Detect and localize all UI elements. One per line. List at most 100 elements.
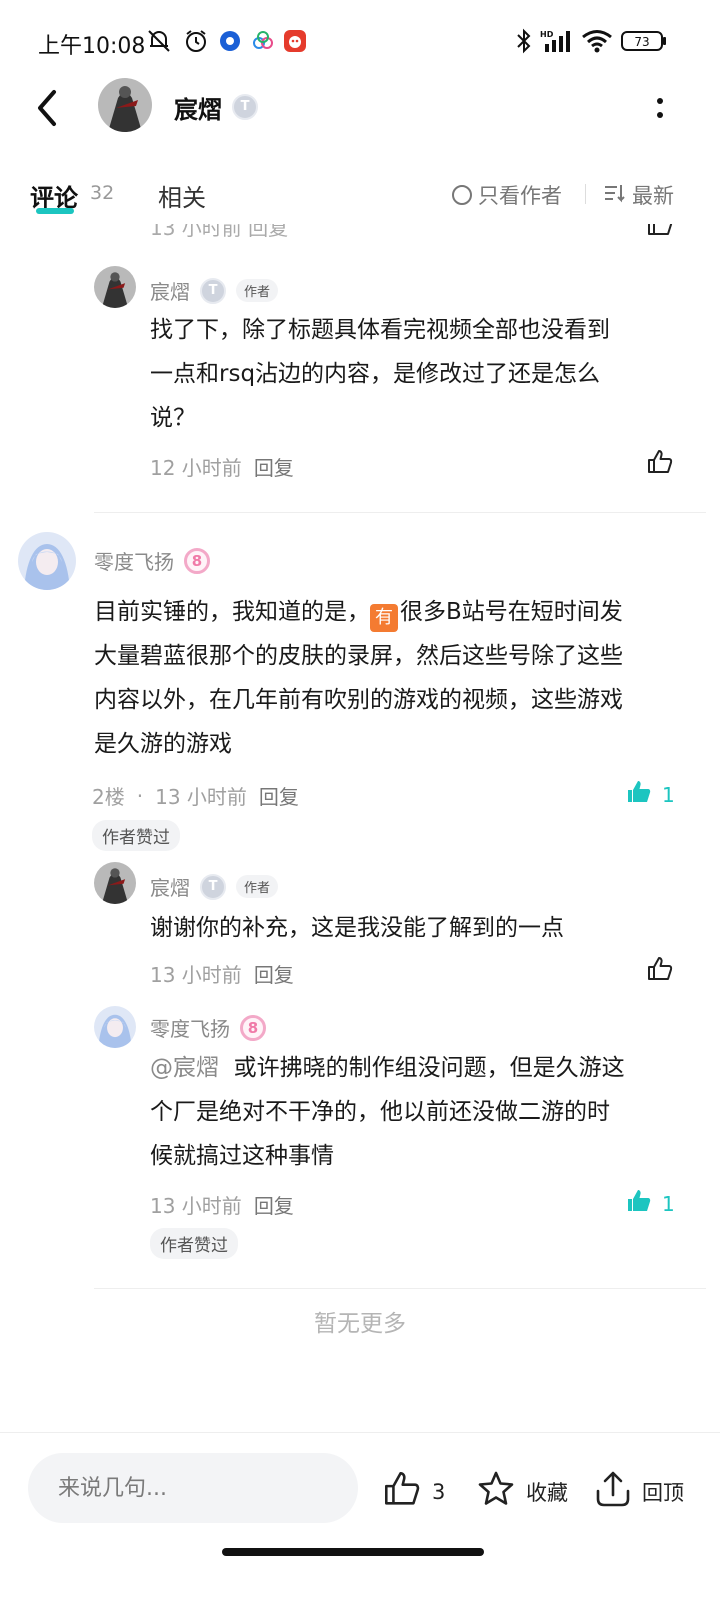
comment-input[interactable] [28,1453,358,1523]
signal-icon: HD [538,26,576,56]
author-tag: 作者 [236,279,279,302]
user-avatar[interactable] [94,1006,136,1048]
thumb-up-filled-icon [624,778,654,811]
comment-author: 零度飞扬 8 [150,1013,266,1042]
comment-content: 找了下，除了标题具体看完视频全部也没看到 一点和rsq沾边的内容，是修改过了还是… [150,308,690,440]
content-line: 是久游的游戏 [94,731,232,757]
comment-time: 12 小时前 [150,456,242,480]
svg-text:73: 73 [634,35,649,49]
app-notification-icon [218,26,242,56]
comment-meta: 13 小时前 回复 [150,959,294,988]
author-name[interactable]: 宸熠 [174,90,222,125]
status-bar: 上午10:08 HD 73 [0,0,720,84]
like-button[interactable] [646,448,674,481]
favorite-label: 收藏 [526,1480,568,1505]
red-app-icon [282,26,308,56]
level-badge: T [200,873,226,900]
sort-toggle[interactable]: 最新 [604,180,674,210]
comment-content: @宸熠 或许拂晓的制作组没问题，但是久游这 个厂是绝对不干净的，他以前还没做二游… [150,1046,690,1178]
content-line: 内容以外，在几年前有吹别的游戏的视频，这些游戏 [94,687,623,713]
sort-label: 最新 [632,184,674,208]
content-segment: 很多B站号在短时间发 [400,599,623,625]
comment-tabs: 评论 32 相关 只看作者 最新 [0,168,720,224]
content-segment: 或许拂晓的制作组没问题，但是久游这 [233,1055,625,1081]
level-badge: T [232,94,258,120]
clipped-previous-meta: 13 小时前 回复 [150,224,690,244]
thumb-up-icon [382,1469,422,1514]
content-line: 个厂是绝对不干净的，他以前还没做二游的时 [150,1099,610,1125]
bluetooth-icon [512,26,536,56]
status-time: 上午10:08 [38,34,146,59]
reply-button[interactable]: 回复 [254,959,294,988]
thumb-up-icon [646,448,674,481]
back-to-top-button[interactable]: 回顶 [594,1469,684,1514]
tab-active-indicator [36,208,74,214]
back-to-top-label: 回顶 [642,1480,684,1505]
comment-meta: 2楼 · 13 小时前 回复 [92,781,299,810]
thumb-up-icon [646,224,674,242]
comment-author-name[interactable]: 宸熠 [150,276,190,305]
comment-author: 宸熠 T 作者 [150,872,279,901]
author-avatar[interactable] [94,266,136,308]
comment-author-name[interactable]: 宸熠 [150,872,190,901]
back-button[interactable] [28,86,68,130]
reply-button[interactable]: 回复 [254,1190,294,1219]
only-author-toggle[interactable]: 只看作者 [452,180,562,210]
comment-author-name[interactable]: 零度飞扬 [150,1013,230,1042]
comment-content: 谢谢你的补充，这是我没能了解到的一点 [150,906,690,950]
thumb-up-icon [646,955,674,988]
like-button[interactable] [646,955,674,988]
cloud-app-icon [250,26,276,56]
level-badge: T [200,277,226,304]
comment-divider [94,512,706,513]
reply-button[interactable]: 回复 [259,781,299,810]
comments-count: 32 [90,182,115,204]
comment-author: 宸熠 T 作者 [150,276,279,305]
sort-icon [604,183,626,208]
divider [585,184,586,204]
only-author-label: 只看作者 [478,184,562,208]
battery-icon: 73 [620,26,668,56]
like-button[interactable]: 1 [624,778,675,811]
content-line: 找了下，除了标题具体看完视频全部也没看到 [150,317,610,343]
reply-button[interactable]: 回复 [254,452,294,481]
comment-time: 13 小时前 [155,785,247,809]
like-button[interactable]: 1 [624,1187,675,1220]
alarm-icon [182,26,210,56]
mute-bell-icon [144,26,174,56]
svg-text:HD: HD [540,30,554,39]
content-line: 一点和rsq沾边的内容，是修改过了还是怎么 [150,361,601,387]
comment-time: 13 小时前 [150,1194,242,1218]
like-post-button[interactable]: 3 [382,1469,445,1514]
thumb-up-filled-icon [624,1187,654,1220]
author-liked-badge: 作者赞过 [150,1228,238,1259]
mention-link[interactable]: @宸熠 [150,1055,219,1081]
content-line: 大量碧蓝很那个的皮肤的录屏，然后这些号除了这些 [94,643,623,669]
clipped-meta-text: 13 小时前 回复 [150,224,289,240]
content-line: 谢谢你的补充，这是我没能了解到的一点 [150,915,564,941]
author-avatar[interactable] [94,862,136,904]
wifi-icon [580,26,614,56]
comment-content: 目前实锤的，我知道的是，有很多B站号在短时间发 大量碧蓝很那个的皮肤的录屏，然后… [94,590,694,766]
highlight-char: 有 [370,604,398,632]
comment-divider [94,1288,706,1289]
comment-author: 零度飞扬 8 [94,546,210,575]
tab-related[interactable]: 相关 [158,178,206,213]
content-segment: 目前实锤的，我知道的是， [94,599,370,625]
star-icon [476,1469,516,1514]
comment-meta: 13 小时前 回复 [150,1190,294,1219]
no-more-text: 暂无更多 [314,1311,406,1337]
comment-author-name[interactable]: 零度飞扬 [94,546,174,575]
author-avatar[interactable] [98,78,152,132]
author-liked-badge: 作者赞过 [92,820,180,851]
radio-icon [452,185,472,205]
content-line: @宸熠 或许拂晓的制作组没问题，但是久游这 [150,1046,690,1090]
home-indicator[interactable] [222,1548,484,1556]
more-menu-button[interactable] [650,94,670,124]
content-line: 说？ [150,405,196,431]
user-avatar[interactable] [18,532,76,590]
vip-badge: 8 [184,547,210,574]
content-line: 目前实锤的，我知道的是，有很多B站号在短时间发 [94,590,694,634]
favorite-button[interactable]: 收藏 [476,1469,568,1514]
like-count: 1 [662,1191,675,1216]
